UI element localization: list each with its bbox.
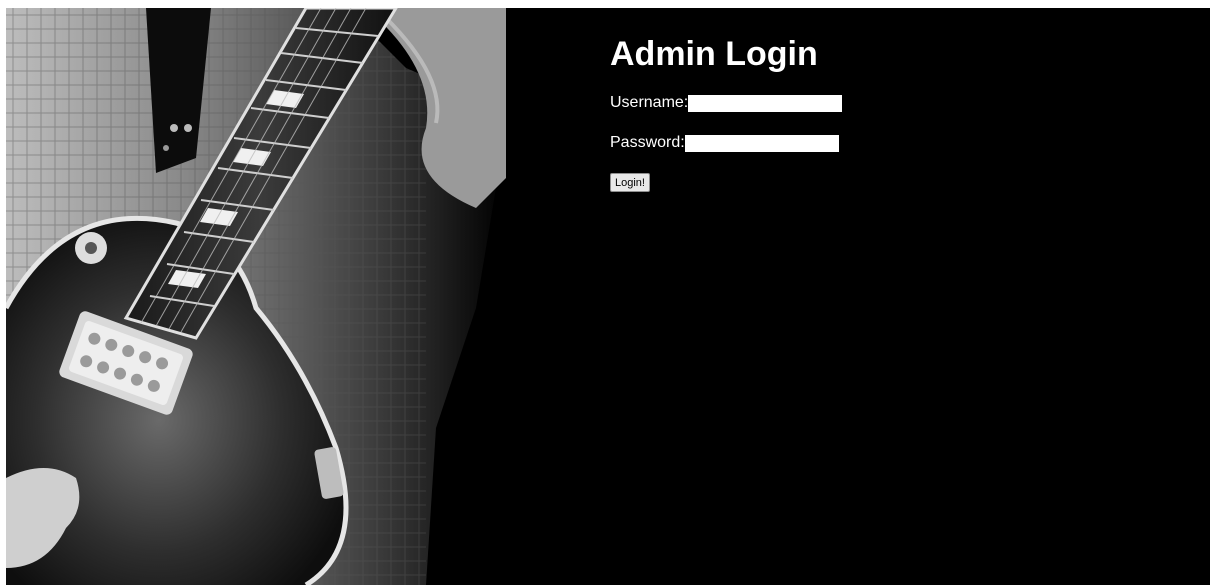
- password-row: Password:: [610, 132, 842, 154]
- username-field[interactable]: [688, 94, 843, 112]
- password-label: Password:: [610, 134, 685, 151]
- login-form: Admin Login Username: Password: Login!: [610, 34, 843, 192]
- page-title: Admin Login: [610, 35, 818, 73]
- login-page: Admin Login Username: Password: Login!: [6, 8, 1210, 585]
- username-label: Username:: [610, 94, 689, 111]
- guitar-photo: [6, 8, 506, 585]
- password-field[interactable]: [684, 134, 839, 152]
- username-row: Username:: [610, 92, 843, 114]
- login-button[interactable]: Login!: [610, 173, 650, 192]
